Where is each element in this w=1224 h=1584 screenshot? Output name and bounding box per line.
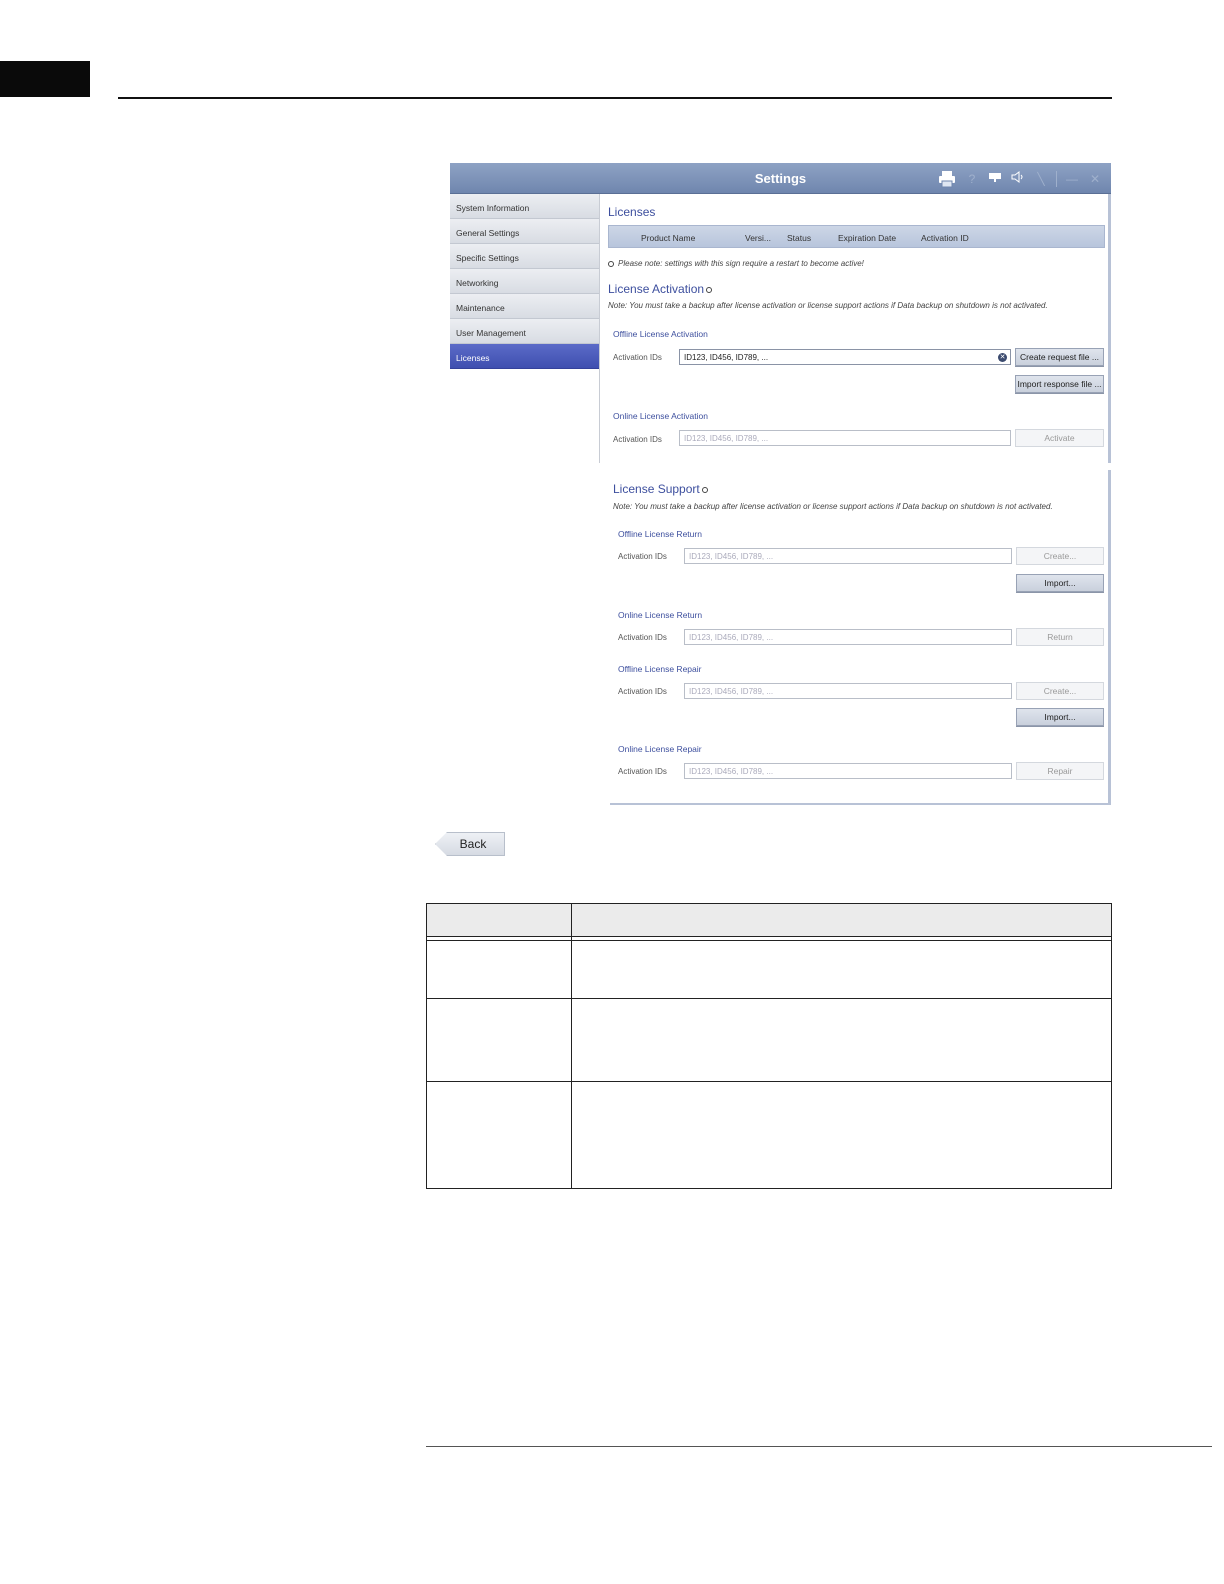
license-support-panel: License Support Note: You must take a ba… <box>610 470 1111 805</box>
restart-note: Please note: settings with this sign req… <box>608 259 864 268</box>
activate-button[interactable]: Activate <box>1015 429 1104 447</box>
create-request-file-button[interactable]: Create request file ... <box>1015 348 1104 366</box>
sidebar-item-general-settings[interactable]: General Settings <box>450 219 599 244</box>
col-status[interactable]: Status <box>787 233 811 243</box>
return-button[interactable]: Return <box>1016 628 1104 646</box>
license-activation-heading: License Activation <box>608 282 716 296</box>
repair-button[interactable]: Repair <box>1016 762 1104 780</box>
offline-activation-label: Activation IDs <box>613 353 662 362</box>
header-rule <box>118 97 1112 99</box>
restart-pin-icon <box>701 486 708 493</box>
monitor-icon[interactable] <box>987 171 1003 187</box>
sidebar-item-maintenance[interactable]: Maintenance <box>450 294 599 319</box>
scrollbar[interactable] <box>1108 194 1111 463</box>
col-version[interactable]: Versi... <box>745 233 771 243</box>
offline-repair-create-button[interactable]: Create... <box>1016 682 1104 700</box>
offline-activation-title: Offline License Activation <box>613 329 708 339</box>
wrench-icon[interactable]: ╲ <box>1033 171 1049 187</box>
clear-icon[interactable]: ✕ <box>998 353 1007 362</box>
sidebar-item-licenses[interactable]: Licenses <box>450 344 599 369</box>
settings-window: Settings ? ╲ — ✕ System Information Gene… <box>450 163 1111 463</box>
title-bar-icons: ? ╲ — ✕ <box>937 169 1103 189</box>
offline-return-import-button[interactable]: Import... <box>1016 574 1104 592</box>
row-divider <box>427 998 1111 999</box>
sidebar-item-specific-settings[interactable]: Specific Settings <box>450 244 599 269</box>
offline-activation-ids-value: ID123, ID456, ID789, ... <box>684 353 769 362</box>
printer-icon[interactable] <box>937 170 957 188</box>
chapter-tab <box>0 61 90 97</box>
column-divider <box>571 904 572 1188</box>
back-button[interactable]: Back <box>435 832 505 856</box>
offline-return-create-button[interactable]: Create... <box>1016 547 1104 565</box>
title-bar-separator <box>1056 171 1057 187</box>
offline-activation-ids-input[interactable]: ID123, ID456, ID789, ... ✕ <box>679 349 1011 365</box>
description-table <box>426 903 1112 1189</box>
scrollbar[interactable] <box>1108 470 1111 805</box>
activation-backup-note: Note: You must take a backup after licen… <box>608 301 1048 310</box>
online-repair-ids-input[interactable]: ID123, ID456, ID789, ... <box>684 763 1012 779</box>
speaker-icon[interactable] <box>1010 171 1026 187</box>
online-activation-label: Activation IDs <box>613 435 662 444</box>
offline-repair-ids-input[interactable]: ID123, ID456, ID789, ... <box>684 683 1012 699</box>
restart-pin-icon <box>706 286 713 293</box>
help-icon[interactable]: ? <box>964 171 980 187</box>
offline-return-ids-input[interactable]: ID123, ID456, ID789, ... <box>684 548 1012 564</box>
online-activation-ids-input[interactable]: ID123, ID456, ID789, ... <box>679 430 1011 446</box>
licenses-table-header: Product Name Versi... Status Expiration … <box>608 225 1105 248</box>
license-support-heading: License Support <box>613 482 712 496</box>
import-response-file-button[interactable]: Import response file ... <box>1015 375 1104 393</box>
sidebar-item-user-management[interactable]: User Management <box>450 319 599 344</box>
header-double-rule <box>427 940 1111 941</box>
offline-repair-label: Activation IDs <box>618 687 667 696</box>
footer-rule <box>426 1446 1212 1447</box>
licenses-heading: Licenses <box>608 205 656 219</box>
support-backup-note: Note: You must take a backup after licen… <box>613 502 1053 511</box>
online-repair-label: Activation IDs <box>618 767 667 776</box>
license-activation-heading-text: License Activation <box>608 282 705 296</box>
settings-sidebar: System Information General Settings Spec… <box>450 194 599 369</box>
sidebar-item-system-information[interactable]: System Information <box>450 194 599 219</box>
col-expiration-date[interactable]: Expiration Date <box>838 233 896 243</box>
online-return-title: Online License Return <box>618 610 703 620</box>
offline-repair-title: Offline License Repair <box>618 664 702 674</box>
offline-return-label: Activation IDs <box>618 552 667 561</box>
online-return-ids-input[interactable]: ID123, ID456, ID789, ... <box>684 629 1012 645</box>
col-activation-id[interactable]: Activation ID <box>921 233 969 243</box>
title-bar: Settings ? ╲ — ✕ <box>450 163 1111 194</box>
license-support-heading-text: License Support <box>613 482 700 496</box>
row-divider <box>427 1081 1111 1082</box>
restart-pin-icon <box>608 260 614 267</box>
online-activation-title: Online License Activation <box>613 411 708 421</box>
online-repair-title: Online License Repair <box>618 744 702 754</box>
restart-note-text: Please note: settings with this sign req… <box>618 259 864 268</box>
description-table-header <box>427 904 1111 937</box>
manual-page: Settings ? ╲ — ✕ System Information Gene… <box>0 0 1224 1584</box>
minimize-icon[interactable]: — <box>1064 171 1080 187</box>
sidebar-item-networking[interactable]: Networking <box>450 269 599 294</box>
offline-repair-import-button[interactable]: Import... <box>1016 708 1104 726</box>
offline-return-title: Offline License Return <box>618 529 702 539</box>
online-return-label: Activation IDs <box>618 633 667 642</box>
sidebar-divider <box>599 194 600 463</box>
col-product-name[interactable]: Product Name <box>641 233 695 243</box>
close-icon[interactable]: ✕ <box>1087 171 1103 187</box>
